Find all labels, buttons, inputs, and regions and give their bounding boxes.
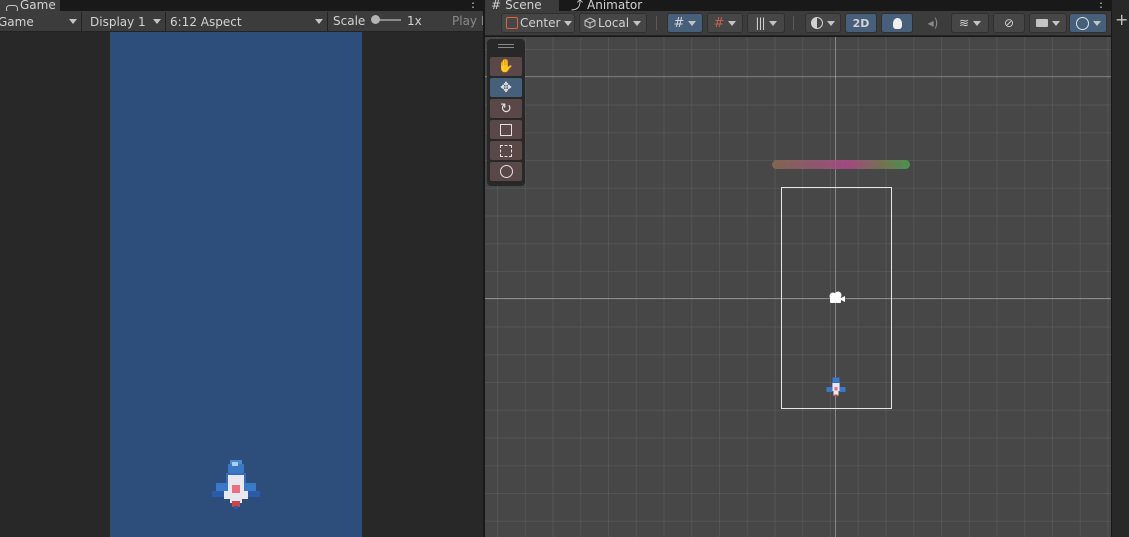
audio-icon: ◂) (927, 16, 939, 30)
rotate-tool-button[interactable]: ↻ (490, 99, 522, 118)
grid-snap-icon: # (673, 15, 685, 31)
hand-tool-button[interactable]: ✋ (490, 57, 522, 76)
pivot-dropdown[interactable]: Center (501, 13, 575, 33)
gamepad-icon (6, 3, 18, 11)
scene-toolbar: Center Local # # ||| 2D ◂) ≋ ⊘ (485, 11, 1111, 36)
lighting-icon (892, 17, 902, 29)
chevron-down-icon (768, 20, 777, 26)
scale-value: 1x (407, 14, 422, 28)
game-view-dropdown[interactable]: Game (0, 12, 82, 31)
tab-game[interactable]: Game (0, 0, 60, 11)
scene-panel: # Scene ⤴ Animator ⋮ Center Local # # ||… (485, 0, 1111, 537)
chevron-down-icon (153, 19, 161, 24)
chevron-down-icon (1052, 20, 1060, 26)
display-dropdown[interactable]: Display 1 (84, 12, 166, 31)
camera-gizmo-icon[interactable] (828, 291, 846, 305)
scale-icon (500, 123, 512, 136)
rotate-icon: ↻ (500, 100, 512, 117)
chevron-down-icon (728, 20, 737, 26)
scene-more-options-icon[interactable]: ⋮ (1095, 0, 1107, 10)
rect-tool-button[interactable] (490, 141, 522, 160)
gizmos-button[interactable] (1069, 13, 1107, 33)
effects-icon: ≋ (958, 16, 970, 30)
chevron-down-icon (973, 20, 982, 26)
hand-icon: ✋ (497, 59, 515, 74)
move-arrows-icon: ✥ (500, 79, 512, 96)
lighting-toggle-button[interactable] (881, 13, 913, 33)
audio-toggle-button[interactable]: ◂) (917, 13, 949, 33)
tab-scene[interactable]: # Scene (485, 0, 559, 11)
chevron-down-icon (688, 20, 697, 26)
gizmos-icon (1075, 16, 1089, 30)
game-toolbar: Game Display 1 6:12 Aspect Scale 1x Play… (0, 11, 483, 32)
camera-icon (1036, 19, 1048, 27)
animator-icon: ⤴ (571, 0, 584, 11)
game-tab-bar: Game ⋮ (0, 0, 483, 11)
move-tool-button[interactable]: ✥ (490, 78, 522, 97)
right-panel-strip: + (1111, 0, 1129, 537)
mode-2d-label: 2D (852, 16, 870, 30)
chevron-down-icon (827, 20, 835, 26)
scene-view[interactable]: ✋ ✥ ↻ (485, 37, 1111, 537)
snap-increment-icon: # (713, 15, 725, 31)
grid-snap-button[interactable]: # (667, 13, 703, 33)
game-view[interactable] (110, 32, 362, 537)
shading-mode-button[interactable] (805, 13, 841, 33)
scale-tool-button[interactable] (490, 120, 522, 139)
chevron-down-icon (1092, 20, 1101, 26)
space-dropdown-label: Local (598, 16, 630, 30)
pivot-dropdown-label: Center (520, 16, 561, 30)
game-view-dropdown-label: Game (0, 14, 34, 29)
play-focused-dropdown[interactable]: Play F (452, 14, 483, 28)
hidden-objects-button[interactable]: ⊘ (993, 13, 1025, 33)
effects-button[interactable]: ≋ (951, 13, 989, 33)
chevron-down-icon (315, 19, 323, 24)
mode-2d-button[interactable]: 2D (845, 13, 877, 33)
local-cube-icon (584, 17, 596, 29)
tab-animator[interactable]: ⤴ Animator (565, 0, 655, 11)
display-dropdown-label: Display 1 (90, 14, 146, 29)
space-dropdown[interactable]: Local (579, 13, 647, 33)
chevron-down-icon (633, 20, 642, 26)
tool-palette: ✋ ✥ ↻ (487, 39, 525, 186)
pivot-center-icon (506, 17, 518, 29)
grid-hash-icon: # (491, 0, 502, 11)
toolbar-separator (793, 16, 794, 30)
hidden-objects-icon: ⊘ (1003, 16, 1015, 30)
rect-transform-icon (500, 144, 512, 157)
transform-icon (499, 165, 513, 178)
vertex-snap-button[interactable]: ||| (747, 13, 785, 33)
tab-game-label: Game (20, 0, 56, 11)
chevron-down-icon (564, 20, 573, 26)
health-bar-sprite[interactable] (772, 160, 910, 169)
vertex-snap-icon: ||| (755, 16, 765, 30)
scale-slider-handle[interactable] (371, 15, 380, 24)
camera-settings-button[interactable] (1029, 13, 1067, 33)
tab-animator-label: Animator (587, 0, 643, 11)
player-ship-sprite (210, 459, 262, 511)
aspect-dropdown-label: 6:12 Aspect (170, 14, 242, 29)
shading-icon (811, 17, 823, 29)
scale-label: Scale (333, 14, 366, 28)
drag-handle-icon[interactable] (498, 44, 514, 48)
game-panel: Game ⋮ Game Display 1 6:12 Aspect Scale … (0, 0, 483, 537)
add-icon[interactable]: + (1115, 12, 1128, 28)
scene-tab-bar: # Scene ⤴ Animator ⋮ (485, 0, 1111, 11)
transform-tool-button[interactable] (490, 162, 522, 181)
game-more-options-icon[interactable]: ⋮ (467, 0, 479, 10)
grid-line (485, 76, 1111, 77)
snap-increment-button[interactable]: # (707, 13, 743, 33)
chevron-down-icon (69, 19, 77, 24)
aspect-dropdown[interactable]: 6:12 Aspect (166, 12, 328, 31)
tab-scene-label: Scene (505, 0, 542, 11)
player-ship-scene-sprite[interactable] (825, 376, 847, 398)
toolbar-separator (656, 16, 657, 30)
